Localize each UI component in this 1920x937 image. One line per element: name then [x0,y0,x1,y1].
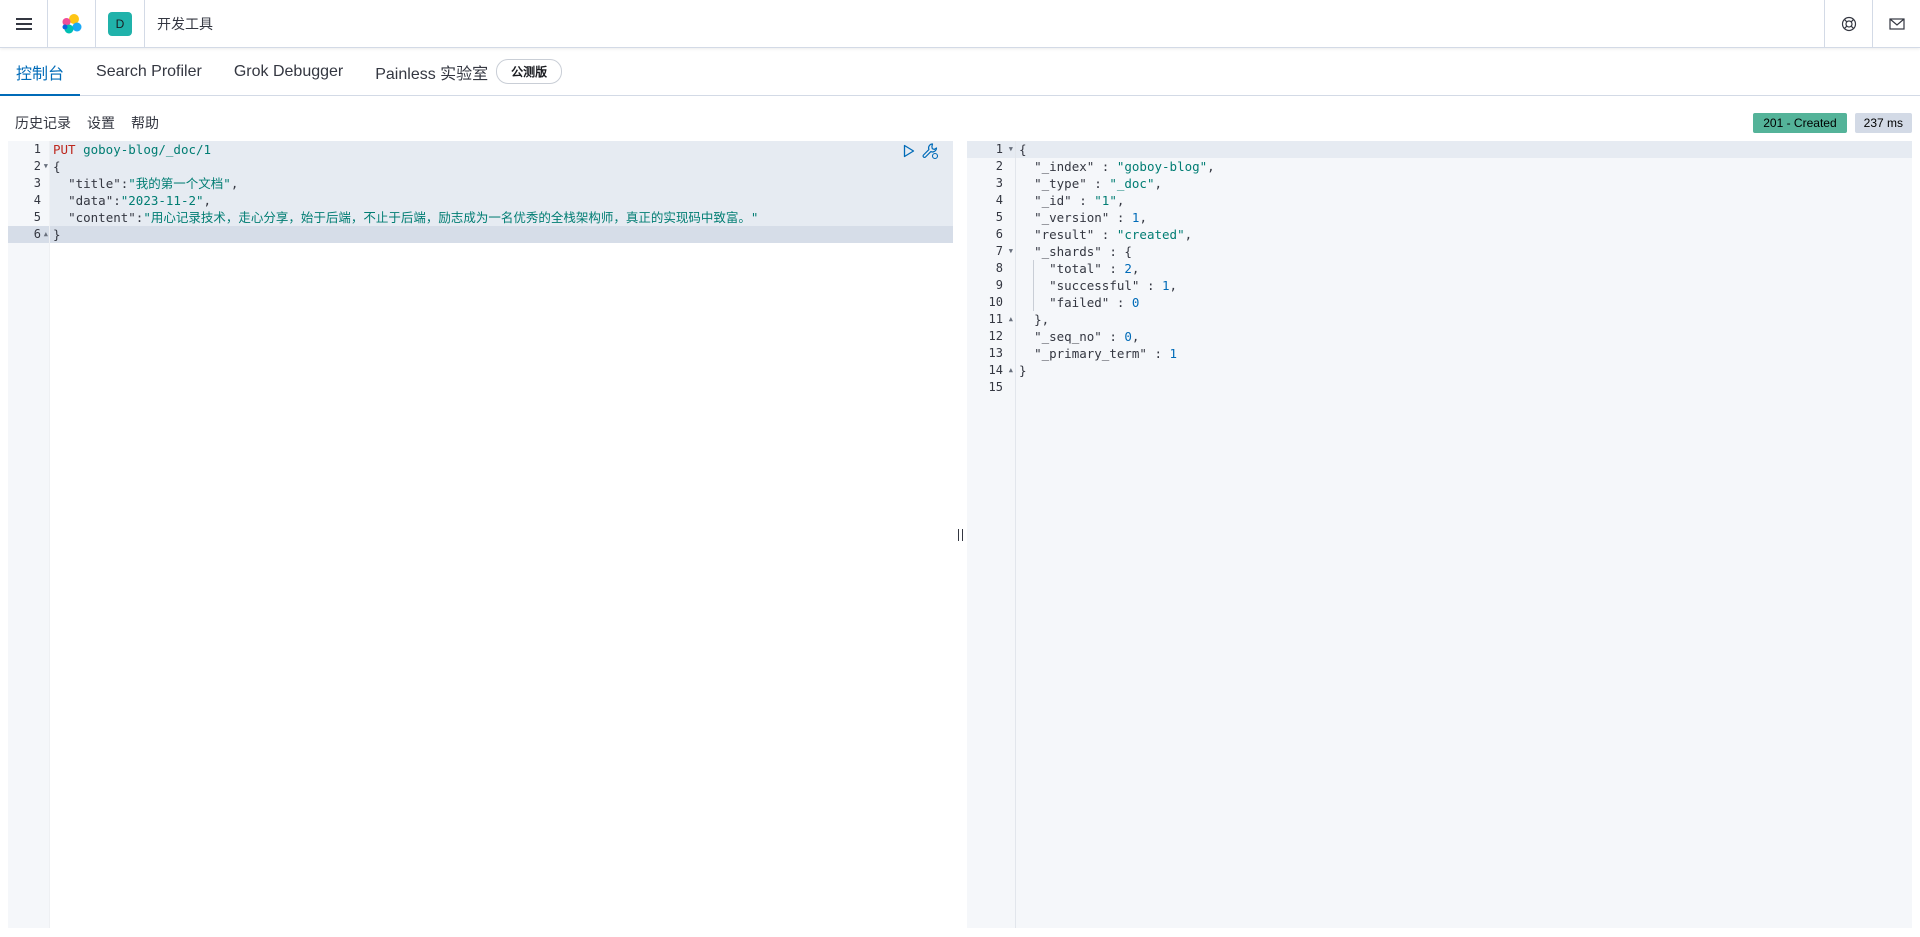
request-line: "content":"用心记录技术，走心分享，始于后端，不止于后端，励志成为一名… [68,210,759,225]
request-code[interactable]: PUT goboy-blog/_doc/1 { "title":"我的第一个文档… [50,141,953,928]
response-line: "_index" : "goboy-blog", [1034,159,1215,174]
line-number: 6 [995,227,1003,241]
dev-tools-tabs: 控制台 Search Profiler Grok Debugger Painle… [0,48,1920,96]
response-line: "result" : "created", [1034,227,1193,242]
tab-search-profiler-label: Search Profiler [96,62,202,80]
line-number: 4 [33,193,41,207]
request-line: "data":"2023-11-2", [68,193,212,208]
help-menu-button[interactable] [1824,0,1872,48]
fold-up-icon[interactable]: ▲ [1009,362,1013,379]
response-line: "failed" : 0 [1049,295,1140,310]
newsfeed-button[interactable] [1872,0,1920,48]
tab-painless-lab-label: Painless 实验室 [375,65,489,83]
space-selector[interactable]: D [96,0,145,48]
http-method: PUT [53,142,76,157]
response-line: }, [1034,312,1050,327]
tab-grok-debugger[interactable]: Grok Debugger [218,48,359,95]
line-number: 2 [995,159,1003,173]
line-number: 9 [995,278,1003,292]
line-number: 3 [33,176,41,190]
mail-icon [1888,17,1905,30]
response-line: "_shards" : { [1034,244,1132,259]
wrench-icon [922,143,939,160]
line-number: 4 [995,193,1003,207]
response-line: "_seq_no" : 0, [1034,329,1140,344]
space-avatar[interactable]: D [108,11,132,36]
line-number: 7 [995,244,1003,258]
tab-painless-lab[interactable]: Painless 实验室 公测版 [359,48,578,95]
request-settings-button[interactable] [921,142,939,160]
drag-handle-icon [957,528,963,541]
response-line: "total" : 2, [1049,261,1140,276]
send-request-button[interactable] [903,144,915,158]
request-line: "title":"我的第一个文档", [68,176,239,191]
response-line: "_primary_term" : 1 [1034,346,1178,361]
fold-up-icon[interactable]: ▲ [1009,311,1013,328]
response-line: } [1019,363,1027,378]
fold-down-icon[interactable]: ▼ [1009,243,1013,260]
beta-badge: 公测版 [496,59,563,84]
line-number: 13 [988,346,1003,360]
play-icon [903,144,915,158]
response-line: "_id" : "1", [1034,193,1125,208]
line-number: 3 [995,176,1003,190]
help-link[interactable]: 帮助 [131,113,159,133]
tab-console[interactable]: 控制台 [0,48,81,96]
response-line: "successful" : 1, [1049,278,1178,293]
fold-down-icon[interactable]: ▼ [44,158,48,175]
line-number: 14 [988,363,1003,377]
response-gutter: 1 ▼ 2 3 4 5 6 7 ▼ 8 9 10 11 ▲ 12 13 14 ▲… [967,141,1016,928]
tab-search-profiler[interactable]: Search Profiler [80,48,218,95]
elastic-logo[interactable] [48,0,96,48]
line-number: 1 [995,142,1003,156]
request-editor[interactable]: 1 2 ▼ 3 4 5 6 ▲ PUT goboy-blog/_doc/1 { … [8,141,953,928]
line-number: 12 [988,329,1003,343]
request-line: PUT goboy-blog/_doc/1 [50,141,953,158]
line-number: 6 [33,227,41,241]
elastic-logo-icon [62,13,81,33]
request-path: goboy-blog/_doc/1 [83,142,212,157]
response-time-badge: 237 ms [1854,113,1912,133]
line-number: 2 [33,159,41,173]
hamburger-menu-icon [15,17,32,30]
breadcrumb: 开发工具 [157,15,213,32]
line-number: 1 [33,142,41,156]
request-actions [897,142,939,160]
request-gutter: 1 2 ▼ 3 4 5 6 ▲ [8,141,50,928]
fold-up-icon[interactable]: ▲ [44,226,48,243]
tab-grok-debugger-label: Grok Debugger [233,62,344,80]
response-code[interactable]: { "_index" : "goboy-blog", "_type" : "_d… [1016,141,1912,928]
line-number: 5 [33,210,41,224]
line-number: 5 [995,210,1003,224]
line-number: 10 [988,295,1003,309]
top-header: D 开发工具 [0,0,1920,48]
line-number: 11 [988,312,1003,326]
line-number: 8 [995,261,1003,275]
response-line: "_version" : 1, [1034,210,1147,225]
fold-down-icon[interactable]: ▼ [1009,141,1013,158]
request-line: { [53,159,61,174]
tab-console-label: 控制台 [16,65,65,83]
console-toolbar: 历史记录 设置 帮助 201 - Created 237 ms [0,108,1920,138]
help-lifebuoy-icon [1841,16,1856,31]
response-editor[interactable]: 1 ▼ 2 3 4 5 6 7 ▼ 8 9 10 11 ▲ 12 13 14 ▲… [967,141,1912,928]
history-link[interactable]: 历史记录 [15,113,71,133]
line-number: 15 [988,380,1003,394]
response-status-badge: 201 - Created [1753,113,1847,133]
response-line: "_type" : "_doc", [1034,176,1163,191]
panel-resizer[interactable] [955,141,965,928]
menu-toggle-button[interactable] [0,0,48,48]
response-line: { [1019,142,1027,157]
request-line: } [53,227,61,242]
settings-link[interactable]: 设置 [87,113,115,133]
